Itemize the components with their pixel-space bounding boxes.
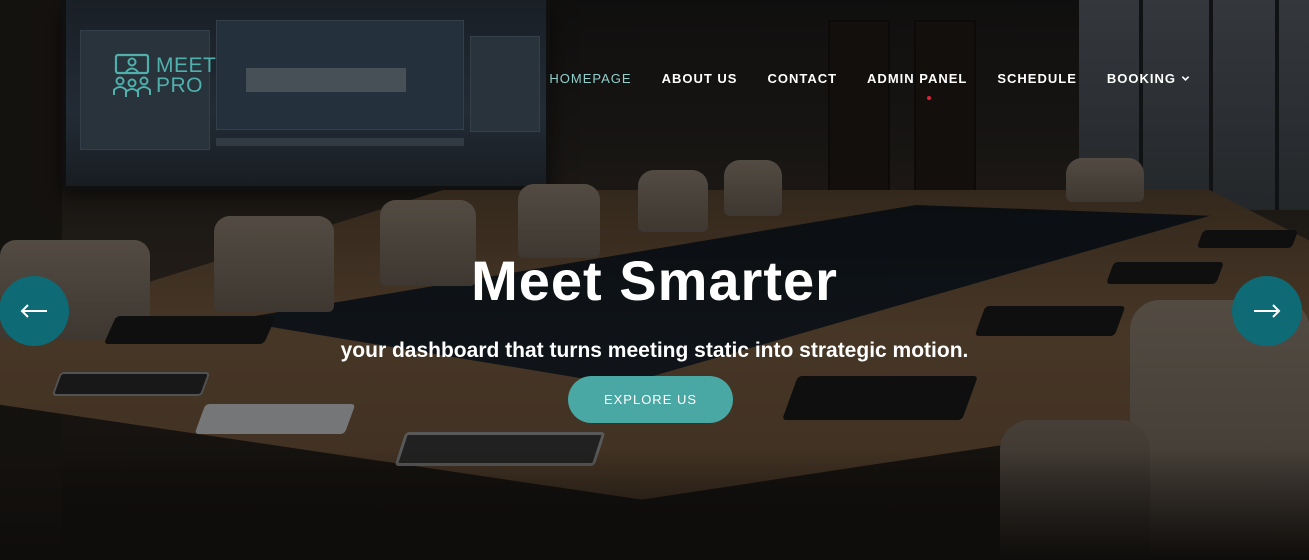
main-nav: HOMEPAGE ABOUT US CONTACT ADMIN PANEL SC… bbox=[549, 71, 1190, 86]
nav-about-us[interactable]: ABOUT US bbox=[662, 71, 738, 86]
nav-admin-panel[interactable]: ADMIN PANEL bbox=[867, 71, 967, 86]
nav-schedule[interactable]: SCHEDULE bbox=[997, 71, 1077, 86]
hero-subtitle: your dashboard that turns meeting static… bbox=[340, 339, 969, 362]
brand-wordmark: MEET PRO bbox=[156, 54, 217, 97]
arrow-right-icon bbox=[1254, 304, 1281, 318]
indicator-light bbox=[927, 96, 931, 100]
chevron-down-icon bbox=[1181, 76, 1190, 81]
nav-homepage[interactable]: HOMEPAGE bbox=[549, 71, 631, 86]
hero-section: MEET PRO HOMEPAGE ABOUT US CONTACT ADMIN… bbox=[0, 0, 1309, 560]
nav-contact[interactable]: CONTACT bbox=[767, 71, 837, 86]
nav-booking[interactable]: BOOKING bbox=[1107, 71, 1190, 86]
meeting-people-icon bbox=[113, 53, 151, 97]
brand-line2: PRO bbox=[156, 74, 204, 97]
brand-line1: MEET bbox=[156, 54, 217, 77]
nav-booking-label: BOOKING bbox=[1106, 71, 1176, 86]
explore-us-button[interactable]: EXPLORE US bbox=[568, 376, 733, 423]
arrow-left-icon bbox=[20, 304, 47, 318]
brand-logo[interactable]: MEET PRO bbox=[112, 53, 216, 99]
carousel-next-button[interactable] bbox=[1232, 276, 1302, 346]
hero-title: Meet Smarter bbox=[471, 249, 838, 312]
carousel-prev-button[interactable] bbox=[0, 276, 69, 346]
